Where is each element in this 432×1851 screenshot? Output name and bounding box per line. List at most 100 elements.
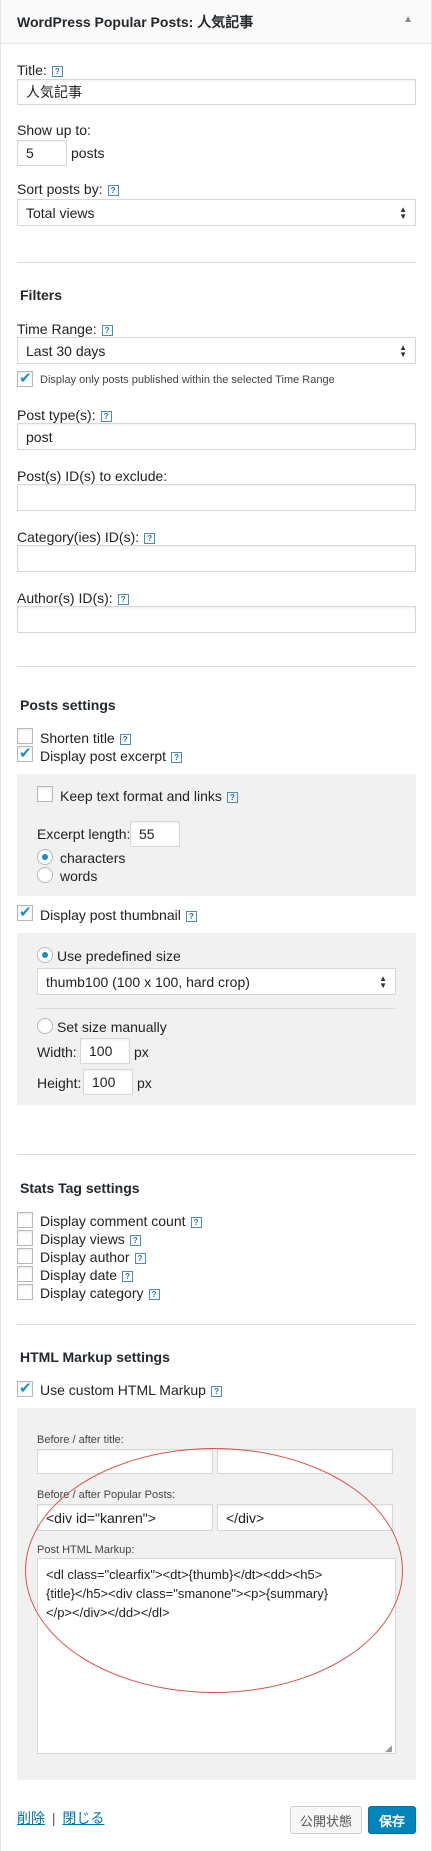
only-published-label: Display only posts published within the … — [40, 374, 335, 386]
height-input[interactable]: 100 — [83, 1069, 133, 1095]
help-icon[interactable]: ? — [117, 594, 129, 605]
help-icon[interactable]: ? — [134, 1253, 146, 1264]
date-checkbox[interactable] — [17, 1266, 33, 1282]
post-markup-textarea[interactable]: <dl class="clearfix"><dt>{thumb}</dt><dd… — [37, 1558, 396, 1754]
sort-select[interactable]: Total views ▲ ▼ — [17, 199, 416, 226]
display-thumbnail-checkbox[interactable] — [17, 903, 33, 921]
divider — [17, 666, 416, 667]
post-types-input[interactable]: post — [17, 423, 416, 450]
exclude-input[interactable] — [17, 484, 416, 511]
predefined-size-label: Use predefined size — [57, 948, 181, 964]
height-unit: px — [137, 1075, 152, 1091]
select-arrows-icon: ▲ ▼ — [379, 973, 387, 990]
before-after-title-label: Before / after title: — [37, 1434, 124, 1446]
help-icon[interactable]: ? — [101, 325, 113, 336]
exclude-label: Post(s) ID(s) to exclude: — [17, 468, 168, 484]
link-separator: | — [51, 1810, 56, 1826]
width-unit: px — [134, 1044, 149, 1060]
filters-heading: Filters — [20, 287, 63, 303]
excerpt-length-input[interactable]: 55 — [130, 821, 180, 847]
only-published-checkbox[interactable] — [17, 369, 33, 387]
help-icon[interactable]: ? — [185, 911, 197, 922]
unit-words-label: words — [60, 868, 98, 884]
widget-panel: WordPress Popular Posts: 人気記事 ▲ Title:? … — [0, 0, 432, 1851]
display-excerpt-label: Display post excerpt? — [40, 748, 183, 764]
author-stat-label: Display author? — [40, 1249, 146, 1265]
delete-link[interactable]: 削除 — [17, 1810, 45, 1826]
title-input[interactable]: 人気記事 — [17, 79, 416, 105]
unit-characters-radio[interactable] — [37, 849, 53, 865]
help-icon[interactable]: ? — [100, 411, 112, 422]
shorten-title-label: Shorten title? — [40, 730, 131, 746]
help-icon[interactable]: ? — [226, 792, 238, 803]
time-range-select[interactable]: Last 30 days ▲ ▼ — [17, 337, 416, 364]
width-input[interactable]: 100 — [80, 1038, 130, 1064]
date-label: Display date? — [40, 1267, 134, 1283]
time-range-label: Time Range:? — [17, 321, 113, 337]
help-icon[interactable]: ? — [171, 752, 183, 763]
keep-format-checkbox[interactable] — [37, 786, 53, 802]
width-label: Width: — [37, 1044, 77, 1060]
use-custom-markup-checkbox[interactable] — [17, 1379, 33, 1397]
select-arrows-icon: ▲ ▼ — [399, 204, 407, 221]
unit-characters-label: characters — [60, 850, 126, 866]
comment-count-label: Display comment count? — [40, 1213, 202, 1229]
predefined-size-radio[interactable] — [37, 947, 53, 963]
use-custom-markup-label: Use custom HTML Markup? — [40, 1382, 222, 1398]
footer-links: 削除 | 閉じる — [17, 1808, 104, 1828]
height-label: Height: — [37, 1075, 82, 1091]
predefined-size-select[interactable]: thumb100 (100 x 100, hard crop) ▲ ▼ — [37, 968, 396, 995]
comment-count-checkbox[interactable] — [17, 1212, 33, 1228]
stats-heading: Stats Tag settings — [20, 1180, 140, 1196]
manual-size-label: Set size manually — [57, 1019, 167, 1035]
help-icon[interactable]: ? — [144, 533, 156, 544]
category-label: Category(ies) ID(s):? — [17, 529, 156, 545]
help-icon[interactable]: ? — [129, 1235, 141, 1246]
widget-title: WordPress Popular Posts: 人気記事 — [17, 14, 254, 30]
html-markup-heading: HTML Markup settings — [20, 1349, 170, 1365]
shorten-title-checkbox[interactable] — [17, 728, 33, 744]
category-stat-label: Display category? — [40, 1285, 160, 1301]
author-checkbox[interactable] — [17, 1248, 33, 1264]
title-label: Title:? — [17, 62, 63, 78]
help-icon[interactable]: ? — [51, 66, 63, 77]
save-button[interactable]: 保存 — [368, 1806, 416, 1834]
views-label: Display views? — [40, 1231, 141, 1247]
sort-label: Sort posts by:? — [17, 181, 119, 197]
category-checkbox[interactable] — [17, 1284, 33, 1300]
predefined-size-value: thumb100 (100 x 100, hard crop) — [46, 973, 250, 990]
author-input[interactable] — [17, 606, 416, 633]
before-after-popular-label: Before / after Popular Posts: — [37, 1489, 176, 1501]
views-checkbox[interactable] — [17, 1230, 33, 1246]
sort-select-value: Total views — [26, 204, 95, 221]
posts-settings-heading: Posts settings — [20, 697, 116, 713]
collapse-arrow-icon[interactable]: ▲ — [403, 14, 413, 25]
post-markup-label: Post HTML Markup: — [37, 1544, 135, 1556]
keep-format-label: Keep text format and links? — [60, 788, 238, 804]
status-button[interactable]: 公開状態 — [290, 1806, 362, 1834]
posts-count-input[interactable]: 5 — [17, 140, 67, 166]
post-types-label: Post type(s):? — [17, 407, 112, 423]
help-icon[interactable]: ? — [210, 1386, 222, 1397]
time-range-value: Last 30 days — [26, 342, 106, 359]
after-title-input[interactable] — [217, 1449, 393, 1474]
before-title-input[interactable] — [37, 1449, 213, 1474]
help-icon[interactable]: ? — [107, 185, 119, 196]
help-icon[interactable]: ? — [148, 1289, 160, 1300]
author-label: Author(s) ID(s):? — [17, 590, 129, 606]
help-icon[interactable]: ? — [122, 1271, 134, 1282]
unit-words-radio[interactable] — [37, 867, 53, 883]
help-icon[interactable]: ? — [190, 1217, 202, 1228]
select-arrows-icon: ▲ ▼ — [399, 342, 407, 359]
category-input[interactable] — [17, 545, 416, 572]
help-icon[interactable]: ? — [119, 734, 131, 745]
excerpt-length-label: Excerpt length: — [37, 826, 131, 842]
close-link[interactable]: 閉じる — [62, 1810, 104, 1826]
display-excerpt-checkbox[interactable] — [17, 744, 33, 762]
display-thumbnail-label: Display post thumbnail? — [40, 907, 197, 923]
divider — [37, 1008, 396, 1009]
manual-size-radio[interactable] — [37, 1018, 53, 1034]
divider — [17, 1324, 416, 1325]
before-popular-input[interactable]: <div id="kanren"> — [37, 1504, 213, 1531]
after-popular-input[interactable]: </div> — [217, 1504, 393, 1531]
